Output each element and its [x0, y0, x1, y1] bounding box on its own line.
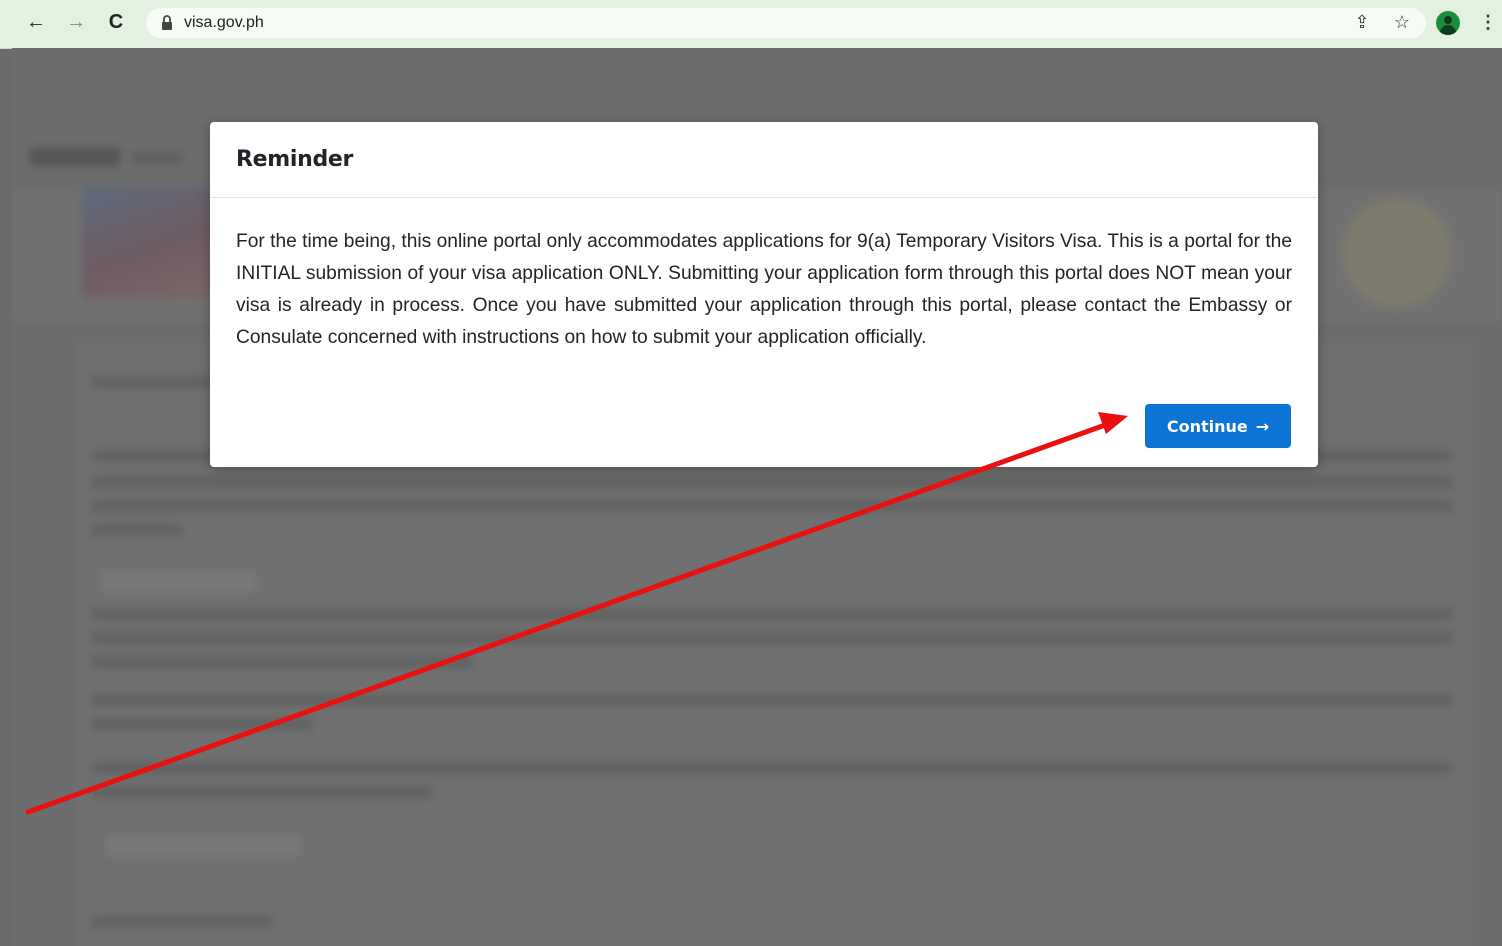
modal-header	[210, 122, 1318, 198]
profile-avatar-icon[interactable]	[1436, 11, 1460, 35]
menu-icon[interactable]: ⋮	[1476, 10, 1500, 34]
modal-title: Reminder	[236, 147, 354, 172]
share-icon[interactable]: ⇪	[1350, 10, 1374, 34]
reminder-modal: Reminder For the time being, this online…	[210, 122, 1318, 467]
arrow-right-icon: →	[1255, 416, 1270, 436]
reload-icon[interactable]: C	[104, 10, 128, 34]
site-logo	[30, 148, 120, 166]
modal-body-text: For the time being, this online portal o…	[236, 231, 1292, 348]
continue-button[interactable]: Continue →	[1145, 404, 1291, 448]
bookmark-star-icon[interactable]: ☆	[1390, 10, 1414, 34]
continue-button-label: Continue	[1166, 416, 1248, 436]
nav-item	[132, 152, 182, 164]
address-bar[interactable]: visa.gov.ph	[146, 8, 1426, 38]
back-icon[interactable]: ←	[24, 10, 48, 34]
browser-toolbar: ← → C visa.gov.ph ⇪ ☆ ⋮	[0, 0, 1502, 49]
lock-icon	[162, 15, 172, 30]
seal-image	[1342, 198, 1452, 308]
url-text: visa.gov.ph	[184, 14, 264, 31]
forward-icon[interactable]: →	[64, 10, 88, 34]
